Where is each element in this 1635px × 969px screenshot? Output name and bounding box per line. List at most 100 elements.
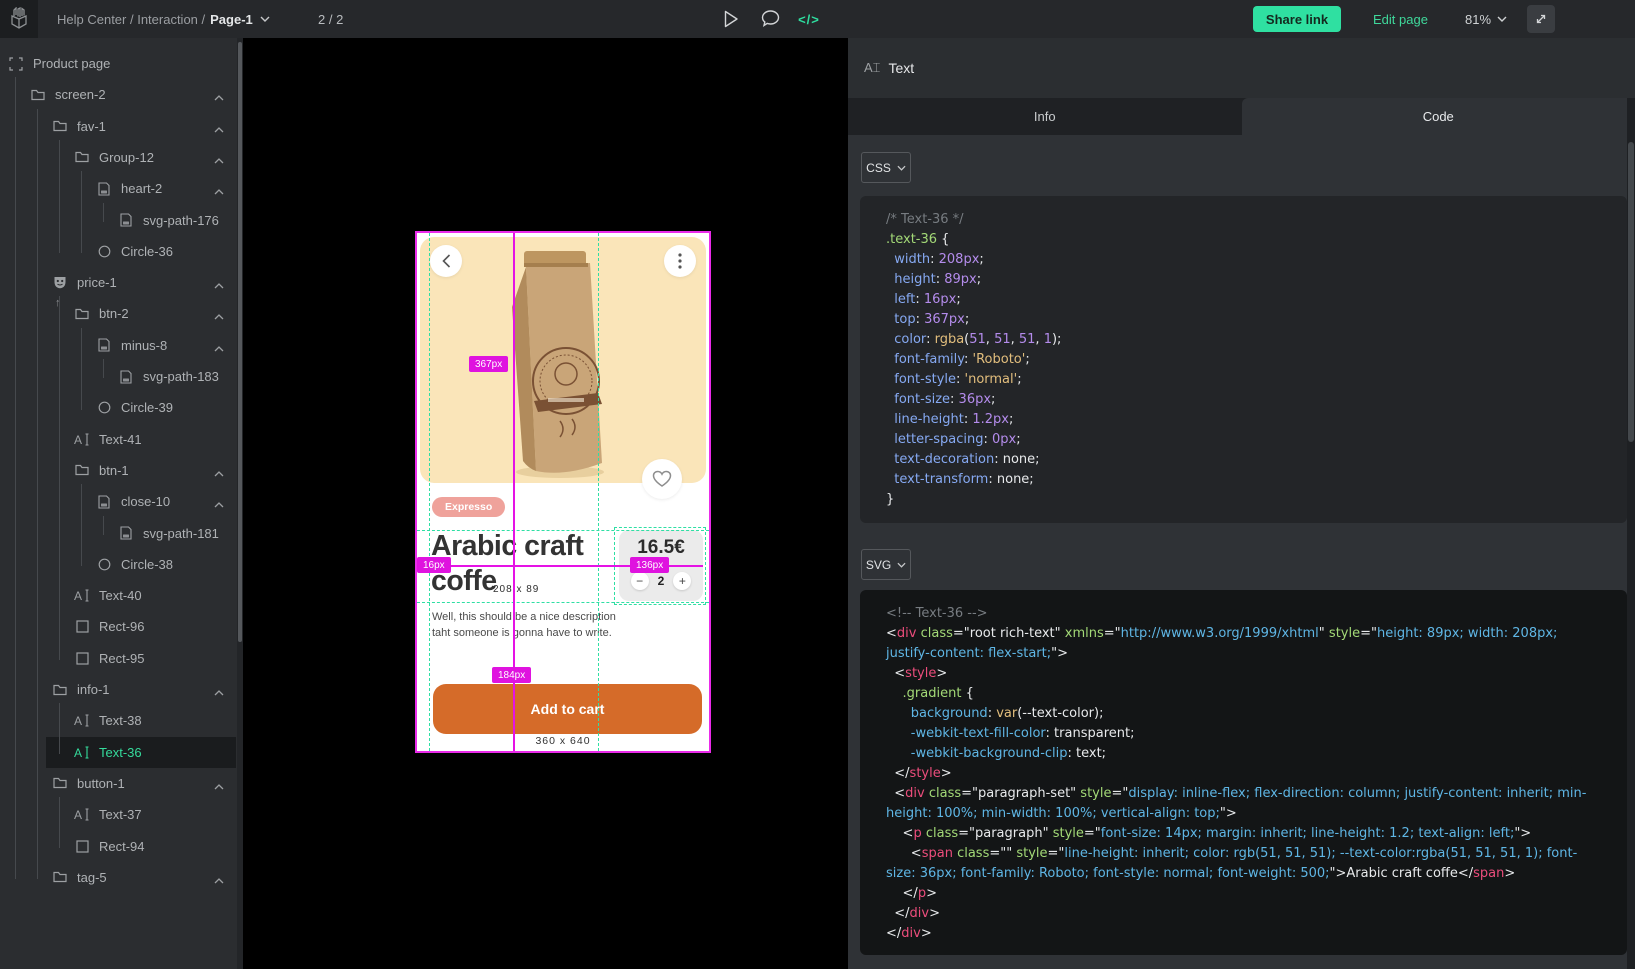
- chevron-up-icon[interactable]: [214, 496, 224, 511]
- mobile-screen-frame[interactable]: Expresso Arabic craft coffe 208 x 89 16.…: [417, 233, 709, 751]
- code-line: <p class="paragraph" style="font-size: 1…: [886, 824, 1601, 844]
- chevron-up-icon[interactable]: [214, 308, 224, 323]
- layer-label: heart-2: [121, 181, 162, 196]
- layer-row[interactable]: Group-12: [0, 142, 236, 173]
- chevron-up-icon[interactable]: [214, 277, 224, 292]
- layer-row[interactable]: screen-2: [0, 79, 236, 110]
- panel-scrollbar-thumb[interactable]: [1628, 142, 1634, 442]
- mask-arrow-icon: ↑: [55, 297, 61, 309]
- layer-row[interactable]: heart-2: [0, 173, 236, 204]
- layer-label: price-1: [77, 275, 117, 290]
- chevron-up-icon[interactable]: [214, 89, 224, 104]
- inspector-panel: A⌶ Text Info Code CSS /* Text-36 */.text…: [848, 38, 1635, 969]
- description-line: Well, this should be a nice description: [432, 610, 616, 626]
- rect-icon: [74, 650, 90, 666]
- breadcrumb-path: Help Center / Interaction /: [57, 12, 205, 27]
- inspector-title: Text: [888, 60, 914, 76]
- code-line: color: rgba(51, 51, 51, 1);: [886, 330, 1601, 350]
- chevron-up-icon[interactable]: [214, 465, 224, 480]
- tab-info[interactable]: Info: [848, 98, 1242, 135]
- text-layer-icon: A⌶: [864, 60, 880, 76]
- svg-icon: [96, 494, 112, 510]
- layer-row[interactable]: A Text-41: [0, 424, 236, 455]
- layer-label: Text-41: [99, 432, 142, 447]
- design-canvas[interactable]: Expresso Arabic craft coffe 208 x 89 16.…: [243, 38, 848, 969]
- svg-text:A: A: [74, 714, 82, 727]
- layer-row[interactable]: svg-path-176: [0, 205, 236, 236]
- layer-row[interactable]: fav-1: [0, 111, 236, 142]
- add-to-cart-button[interactable]: Add to cart: [433, 684, 702, 734]
- layer-row[interactable]: btn-1: [0, 455, 236, 486]
- overflow-menu-button[interactable]: [664, 245, 696, 277]
- svg-text:A: A: [74, 433, 82, 446]
- fullscreen-button[interactable]: [1527, 5, 1555, 33]
- layer-row[interactable]: minus-8: [0, 330, 236, 361]
- layer-row[interactable]: Circle-39: [0, 392, 236, 423]
- layer-row[interactable]: AText-37: [0, 799, 236, 830]
- tree-connector-line: [59, 797, 60, 848]
- share-link-button[interactable]: Share link: [1253, 6, 1341, 32]
- breadcrumb[interactable]: Help Center / Interaction / Page-1: [57, 0, 270, 38]
- tree-connector-line: [59, 296, 60, 660]
- css-format-dropdown[interactable]: CSS: [861, 152, 911, 183]
- svg-text:A: A: [74, 746, 82, 759]
- layer-row[interactable]: AText-40: [0, 580, 236, 611]
- layer-row[interactable]: info-1: [0, 674, 236, 705]
- svg-code-block[interactable]: <!-- Text-36 --><div class="root rich-te…: [860, 590, 1627, 955]
- layer-row[interactable]: AText-38: [0, 705, 236, 736]
- sidebar-scrollbar[interactable]: [237, 38, 243, 969]
- screen-size-label: 360 x 640: [417, 735, 709, 747]
- chevron-up-icon[interactable]: [214, 684, 224, 699]
- layer-label: Rect-94: [99, 839, 145, 854]
- css-code-block[interactable]: /* Text-36 */.text-36 { width: 208px; he…: [860, 196, 1627, 523]
- layer-row[interactable]: svg-path-181: [0, 518, 236, 549]
- layer-row[interactable]: Rect-94: [0, 831, 236, 862]
- layer-label: svg-path-176: [143, 213, 219, 228]
- layer-label: Circle-38: [121, 557, 173, 572]
- layer-row[interactable]: btn-2: [0, 298, 236, 329]
- layer-row[interactable]: Rect-96: [0, 611, 236, 642]
- tab-code[interactable]: Code: [1242, 98, 1635, 135]
- chevron-up-icon[interactable]: [214, 340, 224, 355]
- layer-label: svg-path-181: [143, 526, 219, 541]
- chevron-up-icon[interactable]: [214, 121, 224, 136]
- code-view-button[interactable]: </>: [794, 0, 824, 38]
- edit-page-link[interactable]: Edit page: [1373, 0, 1428, 38]
- play-button[interactable]: [716, 0, 746, 38]
- panel-scrollbar[interactable]: [1627, 98, 1635, 969]
- code-line: top: 367px;: [886, 310, 1601, 330]
- layer-row[interactable]: Product page: [0, 48, 236, 79]
- code-line: </style>: [886, 764, 1601, 784]
- chevron-up-icon[interactable]: [214, 183, 224, 198]
- comment-button[interactable]: [755, 0, 785, 38]
- chevron-up-icon[interactable]: [214, 778, 224, 793]
- layer-label: Rect-96: [99, 619, 145, 634]
- chevron-up-icon[interactable]: [214, 152, 224, 167]
- layer-row[interactable]: svg-path-183: [0, 361, 236, 392]
- back-button[interactable]: [430, 245, 462, 277]
- layer-row[interactable]: Rect-95: [0, 643, 236, 674]
- app-logo[interactable]: [0, 0, 38, 38]
- svg-format-dropdown[interactable]: SVG: [861, 549, 911, 580]
- layer-row[interactable]: tag-5: [0, 862, 236, 893]
- kebab-menu-icon: [678, 253, 682, 269]
- circle-icon: [96, 243, 112, 259]
- layer-row[interactable]: close-10: [0, 486, 236, 517]
- layer-row[interactable]: Circle-36: [0, 236, 236, 267]
- layer-row[interactable]: Circle-38: [0, 549, 236, 580]
- svg-icon: [118, 212, 134, 228]
- layer-label: minus-8: [121, 338, 167, 353]
- code-line: </div>: [886, 904, 1601, 924]
- code-line: text-transform: none;: [886, 470, 1601, 490]
- chevron-up-icon[interactable]: [214, 872, 224, 887]
- layer-row[interactable]: button-1: [0, 768, 236, 799]
- zoom-level-control[interactable]: 81%: [1465, 0, 1507, 38]
- layer-row[interactable]: AText-36: [0, 737, 236, 768]
- code-line: letter-spacing: 0px;: [886, 430, 1601, 450]
- sidebar-scrollbar-thumb[interactable]: [238, 42, 242, 642]
- code-line: }: [886, 490, 1601, 510]
- layer-row[interactable]: price-1: [0, 267, 236, 298]
- product-tag-badge: Expresso: [432, 497, 505, 517]
- favorite-button[interactable]: [642, 459, 682, 499]
- svg-dropdown-value: SVG: [866, 558, 891, 572]
